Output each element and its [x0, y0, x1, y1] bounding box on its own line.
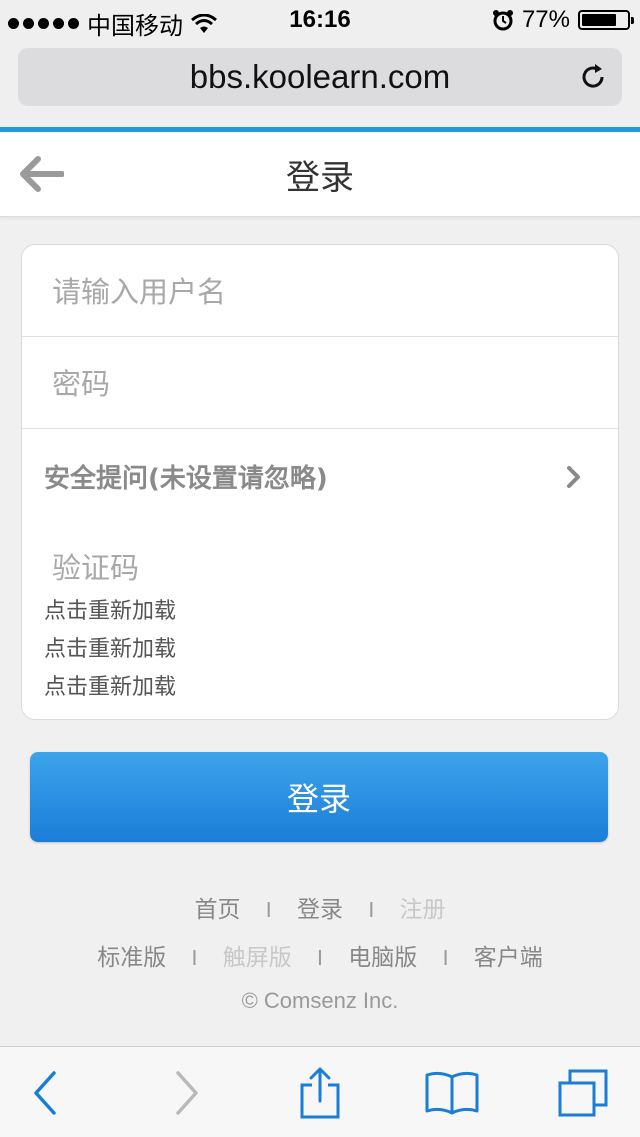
- username-placeholder[interactable]: 请输入用户名: [52, 269, 226, 311]
- password-field[interactable]: 密码: [22, 337, 618, 429]
- status-right: 77%: [492, 6, 634, 34]
- security-question-select[interactable]: 安全提问(未设置请忽略): [44, 458, 328, 495]
- copyright: © Comsenz Inc.: [241, 988, 399, 1013]
- footer-separator: I: [317, 946, 323, 970]
- password-placeholder[interactable]: 密码: [52, 361, 110, 403]
- captcha-input[interactable]: 验证码: [52, 545, 139, 587]
- footer-link-standard[interactable]: 标准版: [97, 945, 166, 971]
- share-icon[interactable]: [292, 1067, 348, 1119]
- footer-link-desktop[interactable]: 电脑版: [348, 945, 417, 971]
- footer-links-primary: 首页 I 登录 I 注册: [0, 890, 640, 924]
- footer-links-versions: 标准版 I 触屏版 I 电脑版 I 客户端: [0, 938, 640, 972]
- page-title: 登录: [286, 158, 354, 198]
- reload-icon[interactable]: [578, 62, 608, 92]
- footer-separator: I: [265, 898, 272, 922]
- tabs-icon[interactable]: [556, 1067, 612, 1119]
- username-field[interactable]: 请输入用户名: [22, 245, 618, 337]
- back-icon[interactable]: [18, 1067, 74, 1119]
- footer-separator: I: [368, 898, 375, 922]
- forward-icon[interactable]: [158, 1067, 214, 1119]
- footer-link-register[interactable]: 注册: [400, 897, 446, 923]
- footer-link-home[interactable]: 首页: [194, 897, 240, 923]
- login-form: 请输入用户名 密码 安全提问(未设置请忽略) 验证码 点击重新加载 点击重新加载…: [21, 244, 619, 720]
- chevron-right-icon[interactable]: [566, 465, 582, 489]
- captcha-reload-link[interactable]: 点击重新加载: [44, 631, 176, 663]
- footer-link-client[interactable]: 客户端: [474, 945, 543, 971]
- bookmarks-icon[interactable]: [424, 1067, 480, 1119]
- alarm-icon: [492, 10, 513, 31]
- address-bar-area: bbs.koolearn.com: [0, 40, 640, 128]
- login-button[interactable]: 登录: [30, 752, 608, 842]
- status-bar: 中国移动 16:16 77%: [0, 0, 640, 40]
- battery-percent: 77%: [521, 6, 570, 33]
- url-text[interactable]: bbs.koolearn.com: [190, 58, 450, 96]
- address-bar[interactable]: bbs.koolearn.com: [18, 48, 622, 106]
- captcha-reload-link[interactable]: 点击重新加载: [44, 593, 176, 625]
- footer-separator: I: [191, 946, 198, 970]
- footer-link-touch[interactable]: 触屏版: [223, 945, 292, 971]
- battery-icon: [578, 10, 634, 30]
- page-header: 登录: [0, 132, 640, 217]
- captcha-reload-link[interactable]: 点击重新加载: [44, 669, 176, 701]
- footer-link-login[interactable]: 登录: [297, 897, 343, 923]
- browser-toolbar: [0, 1046, 640, 1137]
- footer-separator: I: [442, 946, 449, 970]
